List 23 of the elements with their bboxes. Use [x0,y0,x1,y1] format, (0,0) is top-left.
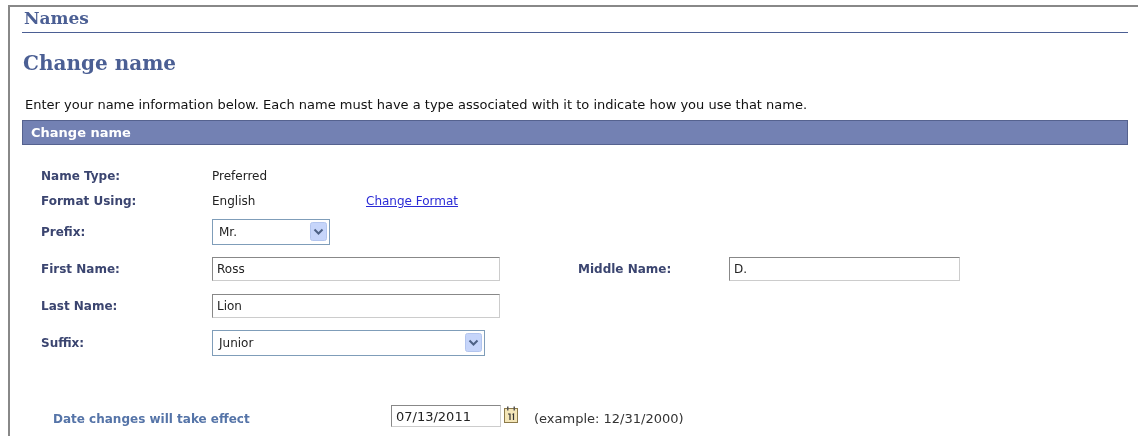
dropdown[interactable]: Junior [212,329,485,356]
text-field[interactable]: Lion [212,293,500,318]
page-title: Names [22,7,1128,33]
text-field[interactable]: D. [729,256,960,281]
page-heading: Change name [23,51,178,75]
field-value: Preferred [212,168,269,183]
field-label: Prefix: [41,224,87,239]
field-label: Format Using: [41,193,138,208]
field-label: Date changes will take effect [53,411,251,426]
field-value: English [212,193,257,208]
date-field[interactable]: 07/13/2011 [391,405,501,427]
field-label: Last Name: [41,298,119,313]
dropdown[interactable]: Mr. [212,218,330,245]
change-format-link[interactable]: Change Format [366,193,459,208]
date-format-hint: (example: 12/31/2000) [534,409,684,426]
field-label: Middle Name: [578,261,673,276]
section-header: Change name [22,120,1128,145]
field-label: Suffix: [41,335,86,350]
text-field[interactable]: Ross [212,256,500,281]
field-label: First Name: [41,261,121,276]
calendar-icon[interactable] [504,405,518,423]
field-label: Name Type: [41,168,122,183]
instructions-text: Enter your name information below. Each name must have a type associated with it to indicate how you use that name. [25,97,809,112]
